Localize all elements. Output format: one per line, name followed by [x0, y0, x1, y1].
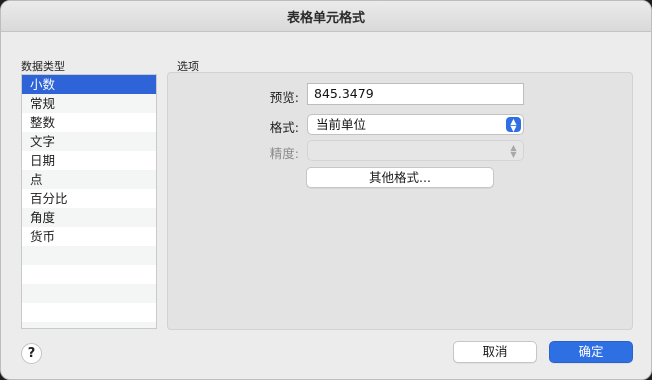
data-type-item-point[interactable]: 点 [22, 170, 156, 189]
precision-popup[interactable]: ▲ ▼ [307, 140, 524, 161]
data-type-label: 数据类型 [21, 60, 65, 73]
other-formats-button[interactable]: 其他格式... [306, 167, 494, 188]
data-type-list: 小数 常规 整数 文字 日期 点 百分比 角度 货币 [21, 74, 157, 329]
list-empty-row [22, 303, 156, 322]
data-type-item-integer[interactable]: 整数 [22, 113, 156, 132]
preview-field[interactable]: 845.3479 [307, 83, 524, 105]
format-popup[interactable]: 当前单位 ▲ ▼ [307, 114, 524, 135]
data-type-item-date[interactable]: 日期 [22, 151, 156, 170]
chevron-updown-icon: ▲ ▼ [506, 117, 521, 132]
data-type-item-angle[interactable]: 角度 [22, 208, 156, 227]
title-bar: 表格单元格式 [1, 1, 651, 32]
data-type-item-text[interactable]: 文字 [22, 132, 156, 151]
format-label: 格式: [269, 120, 299, 135]
data-type-item-currency[interactable]: 货币 [22, 227, 156, 246]
options-panel [167, 72, 633, 330]
ok-button[interactable]: 确定 [549, 341, 633, 363]
list-empty-row [22, 265, 156, 284]
list-empty-row [22, 284, 156, 303]
precision-label: 精度: [269, 146, 299, 161]
preview-label: 预览: [269, 90, 299, 105]
data-type-item-decimal[interactable]: 小数 [22, 75, 156, 94]
list-empty-row [22, 246, 156, 265]
list-empty-row [22, 322, 156, 328]
format-popup-value: 当前单位 [316, 117, 367, 132]
help-icon[interactable]: ? [21, 343, 42, 364]
chevron-updown-icon: ▲ ▼ [510, 142, 517, 159]
dialog-title: 表格单元格式 [286, 10, 365, 26]
cancel-button[interactable]: 取消 [453, 341, 537, 363]
data-type-item-general[interactable]: 常规 [22, 94, 156, 113]
format-cell-dialog: 表格单元格式 数据类型 小数 常规 整数 文字 日期 点 百分比 角度 货币 选… [0, 0, 652, 380]
data-type-item-percent[interactable]: 百分比 [22, 189, 156, 208]
